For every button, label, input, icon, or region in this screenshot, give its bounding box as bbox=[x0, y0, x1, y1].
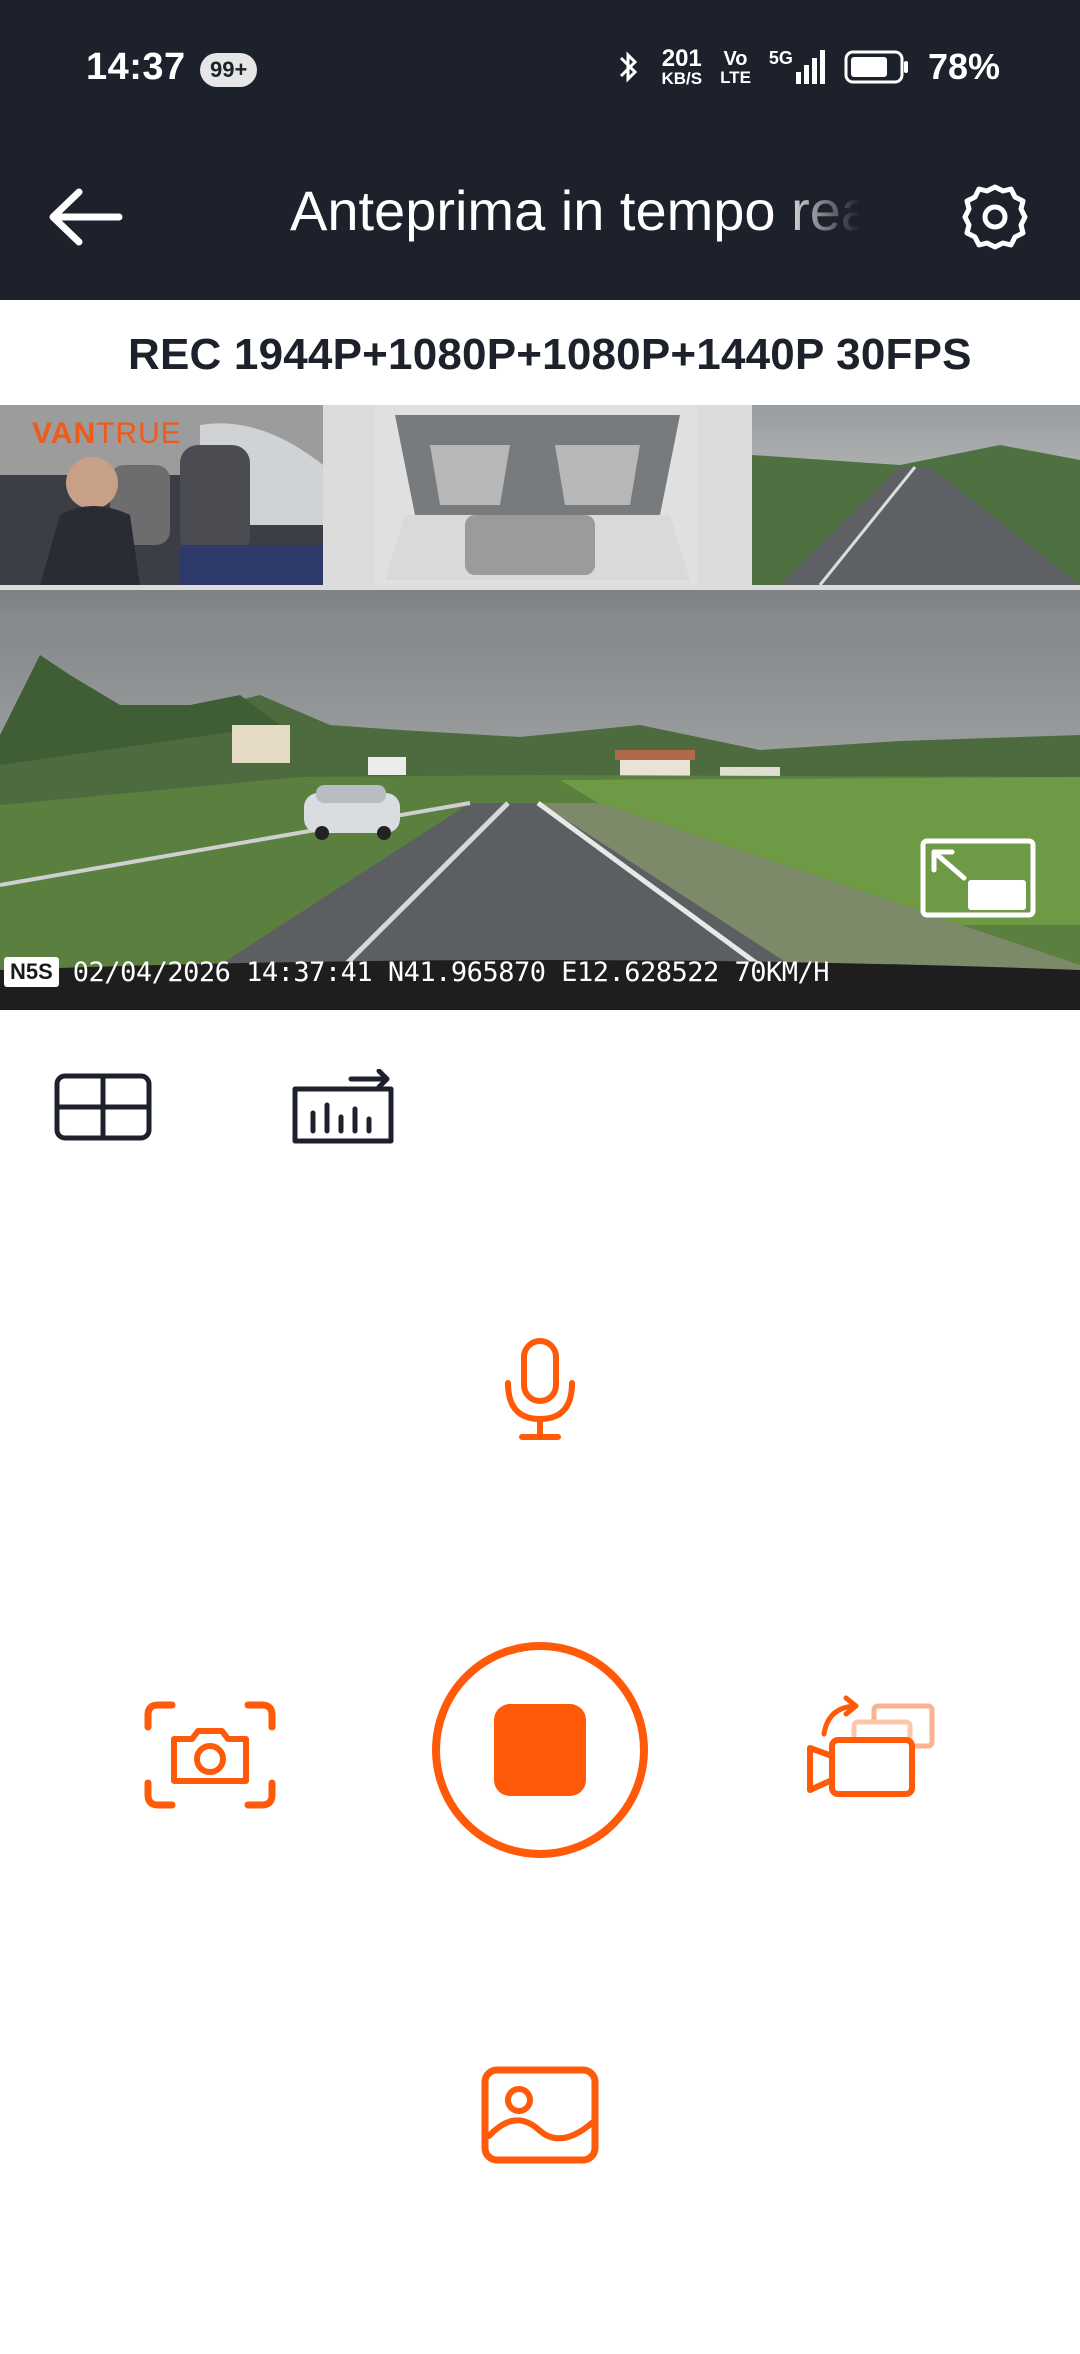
stop-record-icon bbox=[432, 1642, 648, 1858]
battery-icon bbox=[844, 50, 908, 84]
video-overlay: N5S 02/04/2026 14:37:41 N41.965870 E12.6… bbox=[0, 947, 1080, 997]
net-speed: 201 KB/S bbox=[661, 44, 703, 88]
camera-snapshot-icon bbox=[144, 1701, 276, 1809]
status-bar: 14:37 99+ 201 KB/S Vo LTE 5G 78% bbox=[0, 0, 1080, 140]
bitrate-chart-icon bbox=[292, 1069, 394, 1144]
volte-top: Vo bbox=[723, 47, 748, 70]
camera-feed-image bbox=[0, 405, 1080, 1010]
net-speed-value: 201 bbox=[661, 44, 702, 72]
bluetooth-icon bbox=[620, 51, 638, 83]
record-stop-button[interactable] bbox=[430, 1640, 650, 1860]
recording-info-bar: REC 1944P+1080P+1080P+1440P 30FPS bbox=[0, 300, 1080, 406]
arrow-left-icon bbox=[49, 188, 123, 246]
snapshot-button[interactable] bbox=[140, 1695, 280, 1815]
status-indicators: 201 KB/S Vo LTE 5G 78% bbox=[613, 46, 1000, 88]
signal-bars-icon bbox=[795, 50, 825, 84]
recording-info-text: REC 1944P+1080P+1080P+1440P 30FPS bbox=[128, 330, 972, 379]
microphone-button[interactable] bbox=[480, 1330, 600, 1450]
notification-badge: 99+ bbox=[200, 53, 258, 87]
gallery-icon bbox=[481, 2066, 599, 2164]
switch-camera-button[interactable] bbox=[800, 1690, 940, 1810]
brand-logo: VANTRUE bbox=[32, 417, 182, 451]
volte-bottom: LTE bbox=[720, 67, 751, 87]
bitrate-button[interactable] bbox=[288, 1062, 398, 1152]
gallery-button[interactable] bbox=[475, 2060, 605, 2170]
brand-primary: VAN bbox=[32, 417, 97, 450]
live-preview[interactable]: VANTRUE N5S 02/04/2026 14:37:41 N41.9658… bbox=[0, 405, 1080, 1010]
net-speed-unit: KB/S bbox=[661, 68, 703, 88]
overlay-text: 02/04/2026 14:37:41 N41.965870 E12.62852… bbox=[72, 956, 830, 988]
pip-toggle-button[interactable] bbox=[920, 838, 1036, 918]
network-type: 5G bbox=[768, 48, 793, 68]
brand-secondary: TRUE bbox=[96, 417, 182, 450]
grid-layout-icon bbox=[54, 1073, 152, 1141]
switch-camera-icon bbox=[807, 1695, 935, 1797]
app-bar: Anteprima in tempo reale bbox=[0, 140, 1080, 300]
settings-button[interactable] bbox=[950, 172, 1040, 262]
back-button[interactable] bbox=[40, 172, 130, 262]
layout-button[interactable] bbox=[48, 1062, 158, 1152]
page-title: Anteprima in tempo reale bbox=[290, 179, 860, 242]
battery-percent: 78% bbox=[927, 46, 1000, 87]
model-chip: N5S bbox=[4, 957, 59, 987]
gear-icon bbox=[962, 184, 1028, 250]
picture-in-picture-exit-icon bbox=[920, 838, 1036, 918]
signal-indicator: 5G bbox=[768, 48, 826, 84]
status-time: 14:37 bbox=[86, 46, 186, 88]
microphone-icon bbox=[505, 1338, 575, 1440]
volte-indicator: Vo LTE bbox=[720, 49, 751, 86]
preview-tools bbox=[0, 1010, 1080, 1190]
